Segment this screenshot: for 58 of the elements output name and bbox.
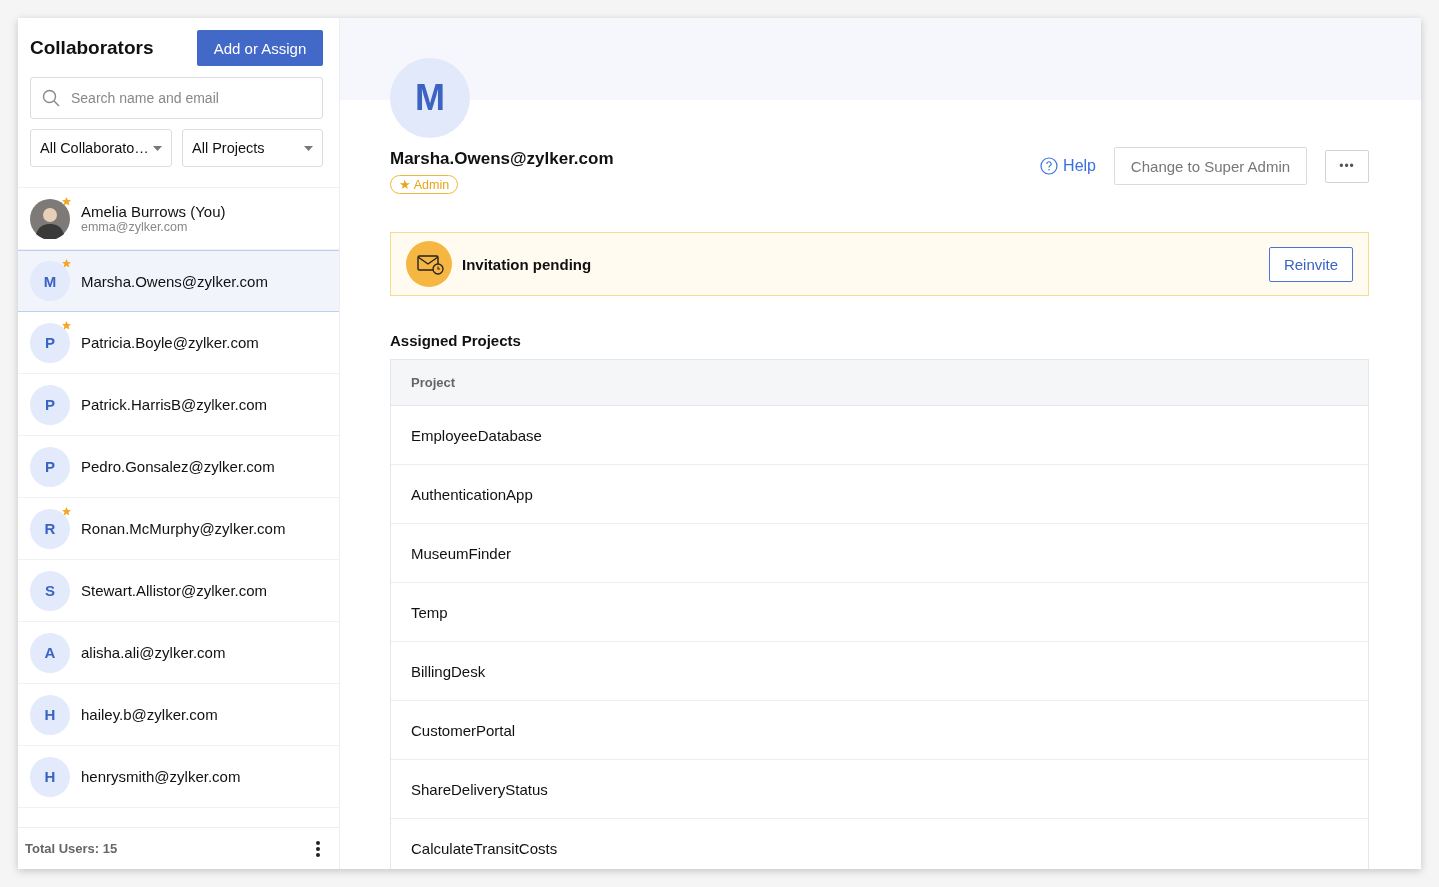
avatar-icon [30, 198, 70, 239]
user-name: Amelia Burrows (You) [81, 203, 226, 220]
user-list-item[interactable]: H hailey.b@zylker.com [18, 684, 339, 746]
filter-dropdown[interactable]: All Projects [182, 129, 323, 167]
table-cell: Temp [391, 583, 1368, 642]
filter-dropdown[interactable]: All Collaborato… [30, 129, 172, 167]
table-cell: CustomerPortal [391, 701, 1368, 760]
user-list-item[interactable]: H henrysmith@zylker.com [18, 746, 339, 808]
search-field[interactable]: Search name and email [30, 77, 323, 119]
user-name: alisha.ali@zylker.com [81, 644, 226, 661]
column-header: Project [391, 360, 1368, 406]
profile-email: Marsha.Owens@zylker.com [390, 149, 614, 169]
user-list-item[interactable]: S Stewart.Allistor@zylker.com [18, 560, 339, 622]
reinvite-button[interactable]: Reinvite [1269, 246, 1353, 282]
user-name: hailey.b@zylker.com [81, 706, 218, 723]
user-list-item[interactable]: M Marsha.Owens@zylker.com [18, 250, 339, 312]
avatar: P [30, 384, 70, 425]
avatar: R [30, 508, 70, 549]
user-list-item[interactable]: P Patrick.HarrisB@zylker.com [18, 374, 339, 436]
section-title: Assigned Projects [390, 332, 522, 349]
table-cell: CalculateTransitCosts [391, 819, 1368, 869]
user-list-item[interactable]: R Ronan.McMurphy@zylker.com [18, 498, 339, 560]
user-name: Marsha.Owens@zylker.com [81, 272, 268, 290]
table-cell: EmployeeDatabase [391, 406, 1368, 465]
more-icon[interactable] [315, 839, 321, 858]
add-or-assign-button[interactable]: Add or Assign [197, 30, 323, 66]
avatar: A [30, 632, 70, 673]
table-cell: AuthenticationApp [391, 465, 1368, 524]
profile-avatar: M [390, 58, 470, 138]
user-name: Ronan.McMurphy@zylker.com [81, 520, 286, 537]
more-options-button[interactable]: ••• [1325, 149, 1369, 183]
caret-icon [153, 145, 162, 151]
user-email: emma@zylker.com [81, 220, 189, 234]
user-name: henrysmith@zylker.com [81, 768, 241, 785]
user-name: Patrick.HarrisB@zylker.com [81, 396, 268, 413]
sidebar-title: Collaborators [30, 37, 154, 59]
avatar: S [30, 570, 70, 611]
help-icon [1040, 157, 1059, 175]
avatar: M [30, 261, 70, 301]
table-cell: MuseumFinder [391, 524, 1368, 583]
user-list-item[interactable]: P Patricia.Boyle@zylker.com [18, 312, 339, 374]
user-list-item[interactable]: P Pedro.Gonsalez@zylker.com [18, 436, 339, 498]
user-list-item[interactable]: A alisha.ali@zylker.com [18, 622, 339, 684]
user-name: Stewart.Allistor@zylker.com [81, 582, 268, 599]
avatar: H [30, 694, 70, 735]
table-cell: BillingDesk [391, 642, 1368, 701]
user-name: Patricia.Boyle@zylker.com [81, 334, 259, 351]
avatar: P [30, 446, 70, 487]
table-cell: ShareDeliveryStatus [391, 760, 1368, 819]
change-to-super-admin-button[interactable]: Change to Super Admin [1114, 147, 1307, 185]
help-link[interactable]: Help [1040, 157, 1096, 175]
mail-clock-icon [406, 241, 452, 287]
user-name: Pedro.Gonsalez@zylker.com [81, 458, 275, 475]
caret-icon [304, 145, 313, 151]
avatar: P [30, 322, 70, 363]
total-users: Total Users: 15 [25, 841, 118, 856]
banner-text: Invitation pending [462, 255, 592, 273]
avatar: H [30, 756, 70, 797]
